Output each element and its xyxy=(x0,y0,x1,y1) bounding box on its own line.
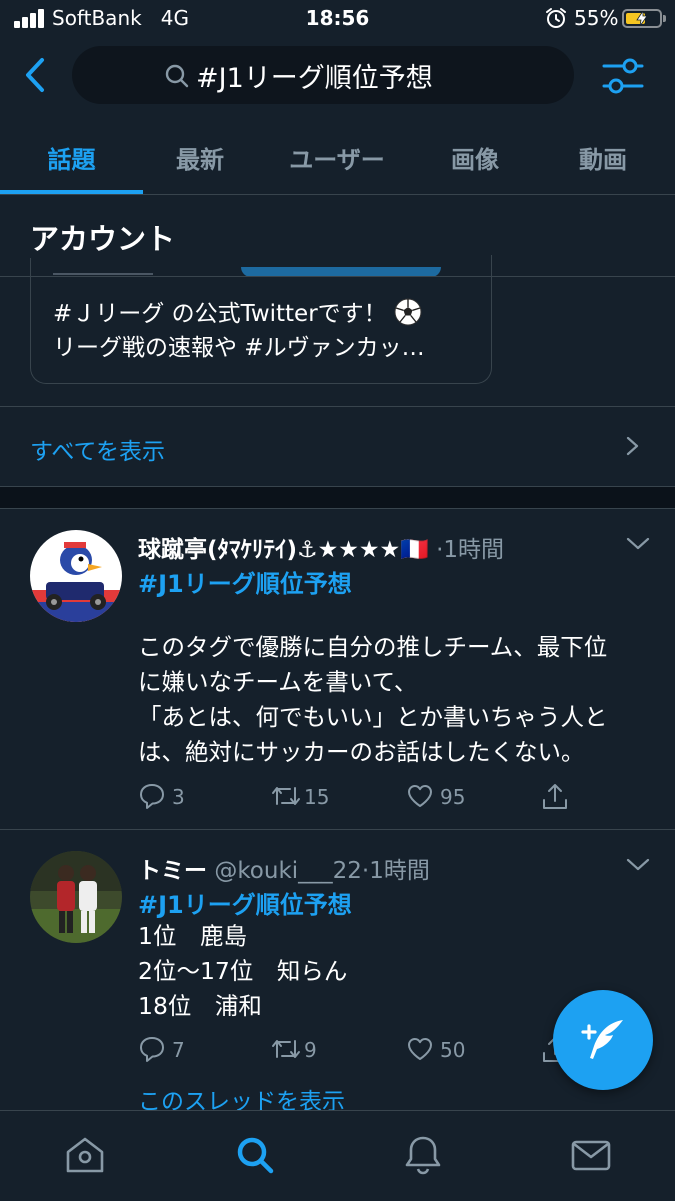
back-arrow-icon[interactable] xyxy=(18,54,54,96)
tweet-actions: 7 9 50 xyxy=(138,1033,618,1067)
account-bio: #Ｊリーグ の公式Twitterです！ リーグ戦の速報や #ルヴァンカッ… xyxy=(53,297,425,365)
chevron-right-icon[interactable] xyxy=(624,435,642,457)
home-icon[interactable] xyxy=(63,1133,107,1177)
account-handle-remnant xyxy=(53,259,153,275)
battery-percent: 55% xyxy=(574,6,619,30)
bottom-tab-bar xyxy=(0,1110,675,1201)
display-name[interactable]: 球蹴亭(ﾀﾏｹﾘﾃｲ)⚓★★★★🇫🇷 xyxy=(138,537,429,563)
search-tabs: 話題 最新 ユーザー 画像 動画 xyxy=(0,124,675,195)
tab-users[interactable]: ユーザー xyxy=(264,140,410,180)
battery-icon xyxy=(622,9,666,28)
search-header xyxy=(0,40,675,112)
notifications-bell-icon[interactable] xyxy=(401,1133,445,1177)
search-filter-icon[interactable] xyxy=(600,54,646,98)
retweet-icon xyxy=(272,1040,300,1058)
hashtag-link[interactable]: #J1リーグ順位予想 xyxy=(138,564,352,599)
status-bar: SoftBank 4G 18:56 55% xyxy=(0,0,675,36)
section-gap xyxy=(0,487,675,508)
show-all-link[interactable]: すべてを表示 xyxy=(30,432,165,466)
chevron-down-icon[interactable] xyxy=(626,536,650,552)
tab-videos[interactable]: 動画 xyxy=(540,140,666,180)
tab-latest[interactable]: 最新 xyxy=(136,140,264,180)
tweet-actions: 3 15 95 xyxy=(138,780,618,814)
heart-icon xyxy=(408,785,432,807)
search-input[interactable] xyxy=(196,54,536,96)
search-icon xyxy=(165,64,189,88)
reply-icon xyxy=(140,1037,164,1062)
retweet-icon xyxy=(272,787,300,805)
tweet-meta: ·1時間 xyxy=(436,537,505,563)
display-name[interactable]: トミー xyxy=(138,858,207,884)
tweet-header: 球蹴亭(ﾀﾏｹﾘﾃｲ)⚓★★★★🇫🇷 ·1時間 xyxy=(138,530,504,564)
messages-mail-icon[interactable] xyxy=(569,1133,613,1177)
tweet-header: トミー @kouki___22·1時間 xyxy=(138,851,430,885)
search-bar[interactable] xyxy=(72,46,574,104)
tweet-text: このタグで優勝に自分の推しチーム、最下位 に嫌いなチームを書いて、 「あとは、何… xyxy=(138,633,608,766)
avatar[interactable] xyxy=(30,851,122,943)
heart-icon xyxy=(408,1038,432,1060)
share-icon xyxy=(543,784,567,809)
search-tab-icon[interactable] xyxy=(233,1133,277,1177)
hashtag-link[interactable]: #J1リーグ順位予想 xyxy=(138,885,352,920)
divider xyxy=(0,406,675,407)
tab-images[interactable]: 画像 xyxy=(410,140,540,180)
compose-feather-icon xyxy=(581,1020,623,1059)
section-divider xyxy=(0,276,675,277)
chevron-down-icon[interactable] xyxy=(626,857,650,873)
active-tab-indicator xyxy=(0,190,143,194)
soccer-ball-icon xyxy=(394,298,422,326)
compose-tweet-button[interactable] xyxy=(553,990,653,1090)
tab-top[interactable]: 話題 xyxy=(0,140,143,180)
alarm-icon xyxy=(546,8,566,28)
section-title: アカウント xyxy=(30,216,176,258)
reply-icon xyxy=(140,784,164,809)
account-card[interactable]: #Ｊリーグ の公式Twitterです！ リーグ戦の速報や #ルヴァンカッ… xyxy=(30,255,492,384)
tweet-text: 1位 鹿島 2位〜17位 知らん 18位 浦和 xyxy=(138,922,348,1020)
tweet-meta: @kouki___22·1時間 xyxy=(214,858,430,884)
avatar[interactable] xyxy=(30,530,122,622)
tweet[interactable]: 球蹴亭(ﾀﾏｹﾘﾃｲ)⚓★★★★🇫🇷 ·1時間 #J1リーグ順位予想 このタグで… xyxy=(0,508,675,829)
